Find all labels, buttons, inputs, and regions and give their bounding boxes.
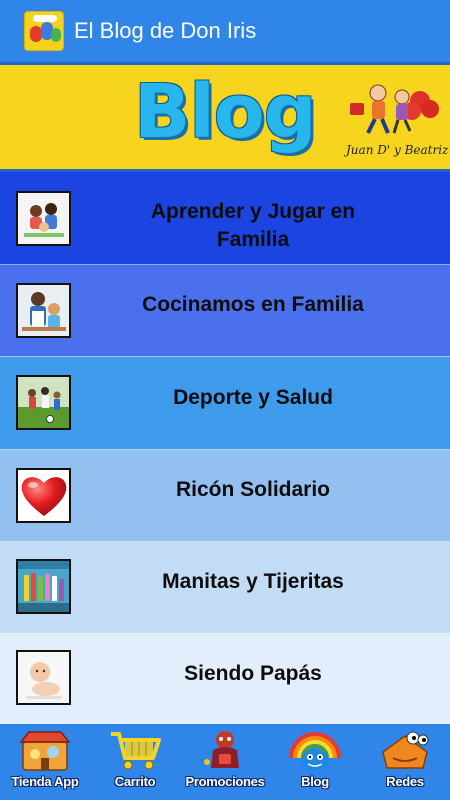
page-indicator xyxy=(208,792,242,795)
menu-item-manitas[interactable]: Manitas y Tijeritas xyxy=(0,542,450,634)
heart-icon xyxy=(16,468,71,523)
nav-label: Tienda App xyxy=(11,774,79,789)
menu-item-siendo-papas[interactable]: Siendo Papás xyxy=(0,634,450,724)
nav-carrito[interactable]: Carrito xyxy=(90,724,180,800)
app-bar: El Blog de Don Iris xyxy=(0,0,450,62)
nav-tienda-app[interactable]: Tienda App xyxy=(0,724,90,800)
store-icon xyxy=(19,731,71,771)
menu-item-cocinamos[interactable]: Cocinamos en Familia xyxy=(0,265,450,357)
nav-label: Carrito xyxy=(114,774,156,789)
family-sports-photo xyxy=(16,375,71,430)
nav-label: Blog xyxy=(301,774,329,789)
nav-blog[interactable]: Blog xyxy=(270,724,360,800)
menu-item-label: Deporte y Salud xyxy=(173,386,333,409)
menu-item-aprender-y-jugar[interactable]: Aprender y Jugar en Familia xyxy=(0,172,450,265)
family-playing-photo xyxy=(16,191,71,246)
nav-promociones[interactable]: Promociones xyxy=(180,724,270,800)
menu-item-label: Cocinamos en Familia xyxy=(142,293,364,316)
banner-title: Blog xyxy=(134,69,317,155)
bottom-navigation: Tienda App Carrito Promociones Blog Rede… xyxy=(0,724,450,800)
menu-item-label: Siendo Papás xyxy=(184,662,322,685)
app-title: El Blog de Don Iris xyxy=(74,18,257,43)
menu-item-label: Ricón Solidario xyxy=(175,478,330,501)
app-logo-icon[interactable] xyxy=(24,11,64,51)
menu-item-label: Aprender y Jugar en Familia xyxy=(150,200,356,251)
nav-label: Redes xyxy=(386,774,424,789)
menu-item-deporte[interactable]: Deporte y Salud xyxy=(0,357,450,450)
brand-mascots-icon xyxy=(350,84,439,134)
crafts-photo xyxy=(16,559,71,614)
promotions-icon xyxy=(204,731,239,768)
baby-photo xyxy=(16,650,71,705)
menu-item-solidario[interactable]: Ricón Solidario xyxy=(0,450,450,542)
blog-banner: Blog Juan D' y Beatriz xyxy=(0,62,450,172)
menu-item-label: Manitas y Tijeritas xyxy=(162,570,344,593)
blog-rainbow-icon xyxy=(289,732,341,770)
nav-redes[interactable]: Redes xyxy=(360,724,450,800)
family-cooking-photo xyxy=(16,283,71,338)
social-networks-icon xyxy=(382,731,429,769)
brand-signature: Juan D' y Beatriz xyxy=(346,143,449,157)
cart-icon xyxy=(111,732,161,770)
nav-label: Promociones xyxy=(185,774,265,789)
